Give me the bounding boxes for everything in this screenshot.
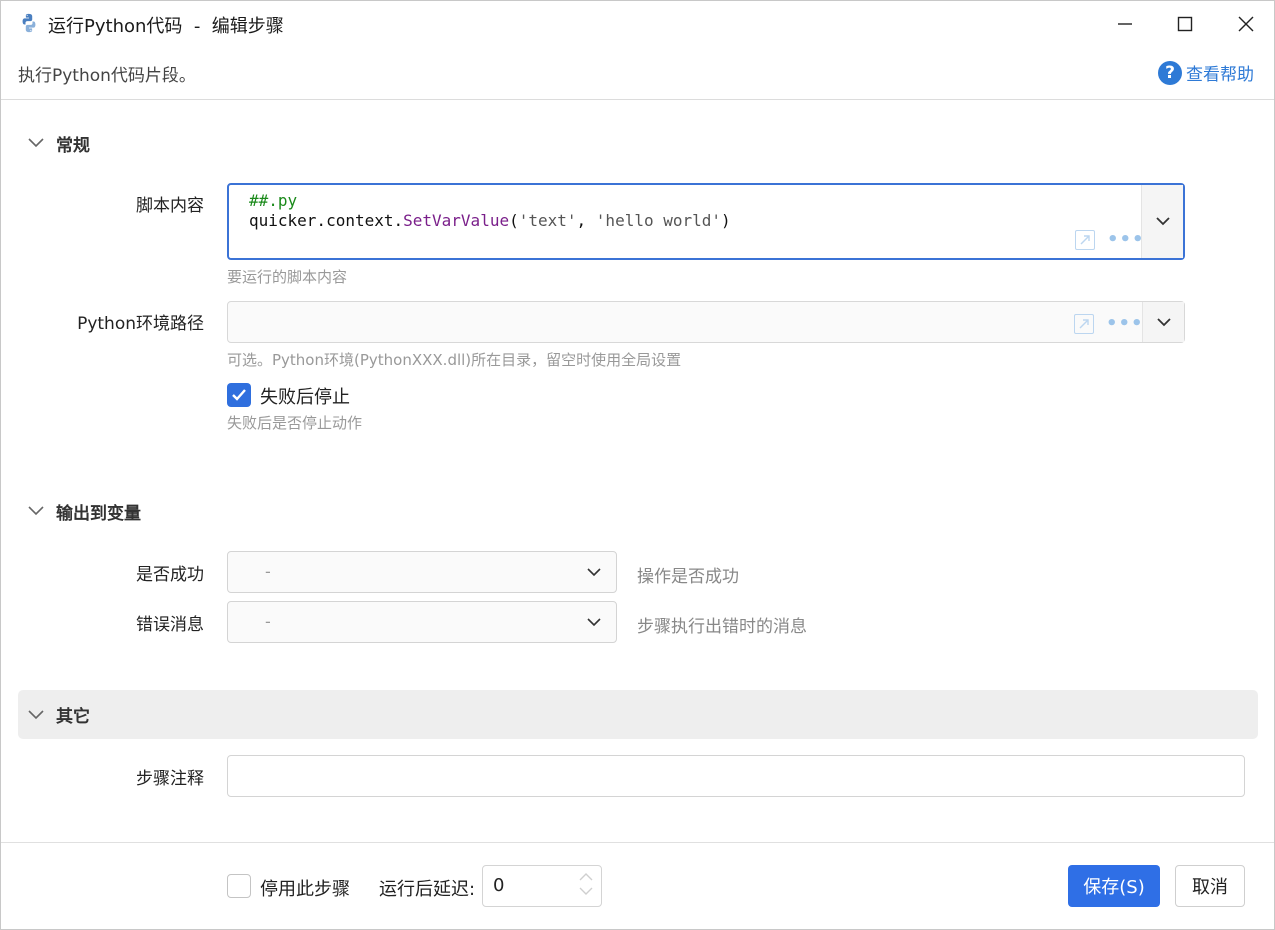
delay-spinner[interactable] <box>579 872 593 896</box>
code-arg-1: 'text' <box>518 211 577 230</box>
disable-step-label[interactable]: 停用此步骤 <box>260 875 350 901</box>
script-dropdown-button[interactable] <box>1141 185 1183 258</box>
stop-on-fail-hint: 失败后是否停止动作 <box>227 414 363 432</box>
error-output-note: 步骤执行出错时的消息 <box>637 617 807 637</box>
code-paren-close: ) <box>721 211 731 230</box>
script-tools: ••• <box>1075 229 1145 250</box>
expand-icon[interactable] <box>1075 229 1095 250</box>
path-tools: ••• <box>1074 313 1144 334</box>
section-other-header[interactable]: 其它 <box>18 690 1258 739</box>
section-general-title: 常规 <box>56 135 90 156</box>
chevron-down-icon <box>28 138 48 148</box>
delay-label: 运行后延迟: <box>379 879 476 900</box>
section-other-title: 其它 <box>56 707 90 727</box>
close-icon <box>1238 16 1254 32</box>
error-output-value: - <box>265 612 271 631</box>
python-path-dropdown-button[interactable] <box>1142 302 1184 342</box>
code-object: quicker.context. <box>249 211 404 230</box>
delay-input[interactable]: 0 <box>482 865 602 907</box>
code-paren-open: ( <box>509 211 519 230</box>
code-function: SetVarValue <box>403 211 510 230</box>
script-label: 脚本内容 <box>136 196 204 216</box>
error-output-label: 错误消息 <box>136 615 204 635</box>
script-hint: 要运行的脚本内容 <box>227 268 348 286</box>
python-path-hint: 可选。Python环境(PythonXXX.dll)所在目录，留空时使用全局设置 <box>227 351 682 369</box>
section-output-header[interactable]: 输出到变量 <box>18 487 1258 535</box>
python-path-input[interactable]: ••• <box>227 301 1185 343</box>
window-title: 运行Python代码 - 编辑步骤 <box>48 16 284 37</box>
chevron-down-icon <box>28 709 48 720</box>
spin-up-icon[interactable] <box>579 872 593 882</box>
help-link-label: 查看帮助 <box>1186 65 1254 85</box>
minimize-button[interactable] <box>1094 1 1156 47</box>
success-output-value: - <box>265 562 271 581</box>
chevron-down-icon <box>1156 317 1171 326</box>
script-editor[interactable]: ##.py quicker.context.SetVarValue('text'… <box>227 183 1185 260</box>
python-logo-icon <box>22 13 36 33</box>
code-arg-2: 'hello world' <box>595 211 722 230</box>
close-button[interactable] <box>1215 1 1275 47</box>
save-button[interactable]: 保存(S) <box>1068 865 1160 907</box>
divider <box>1 99 1274 100</box>
maximize-icon <box>1177 16 1193 32</box>
success-output-note: 操作是否成功 <box>637 567 739 587</box>
chevron-down-icon <box>587 618 601 627</box>
checkmark-icon <box>232 389 246 401</box>
code-separator: , <box>576 211 596 230</box>
success-output-select[interactable]: - <box>227 551 617 593</box>
code-line-1: ##.py <box>249 191 298 210</box>
more-dots-icon[interactable]: ••• <box>1106 313 1144 334</box>
success-output-label: 是否成功 <box>136 565 204 585</box>
script-code: ##.py quicker.context.SetVarValue('text'… <box>249 191 731 231</box>
dialog-description: 执行Python代码片段。 <box>18 66 196 86</box>
section-output-title: 输出到变量 <box>56 503 141 524</box>
python-path-label: Python环境路径 <box>77 314 204 334</box>
step-note-label: 步骤注释 <box>136 769 204 789</box>
maximize-button[interactable] <box>1154 1 1216 47</box>
section-general-header[interactable]: 常规 <box>18 119 1258 167</box>
spin-down-icon[interactable] <box>579 886 593 896</box>
stop-on-fail-label[interactable]: 失败后停止 <box>260 383 350 409</box>
more-dots-icon[interactable]: ••• <box>1107 229 1145 250</box>
footer-divider <box>1 842 1274 843</box>
error-output-select[interactable]: - <box>227 601 617 643</box>
dialog-window: 运行Python代码 - 编辑步骤 执行Python代码片段。 ? 查看帮助 常… <box>0 0 1275 930</box>
disable-step-checkbox[interactable] <box>227 874 251 898</box>
expand-icon[interactable] <box>1074 313 1094 334</box>
minimize-icon <box>1118 23 1132 25</box>
title-bar: 运行Python代码 - 编辑步骤 <box>1 1 1274 47</box>
chevron-down-icon <box>28 506 48 516</box>
question-circle-icon: ? <box>1158 60 1182 85</box>
cancel-button[interactable]: 取消 <box>1175 865 1245 907</box>
stop-on-fail-checkbox[interactable] <box>227 383 251 407</box>
step-note-input[interactable] <box>227 755 1245 797</box>
help-link[interactable]: ? 查看帮助 <box>1158 60 1254 85</box>
chevron-down-icon <box>587 568 601 577</box>
delay-value: 0 <box>493 875 505 896</box>
chevron-down-icon <box>1155 217 1170 226</box>
